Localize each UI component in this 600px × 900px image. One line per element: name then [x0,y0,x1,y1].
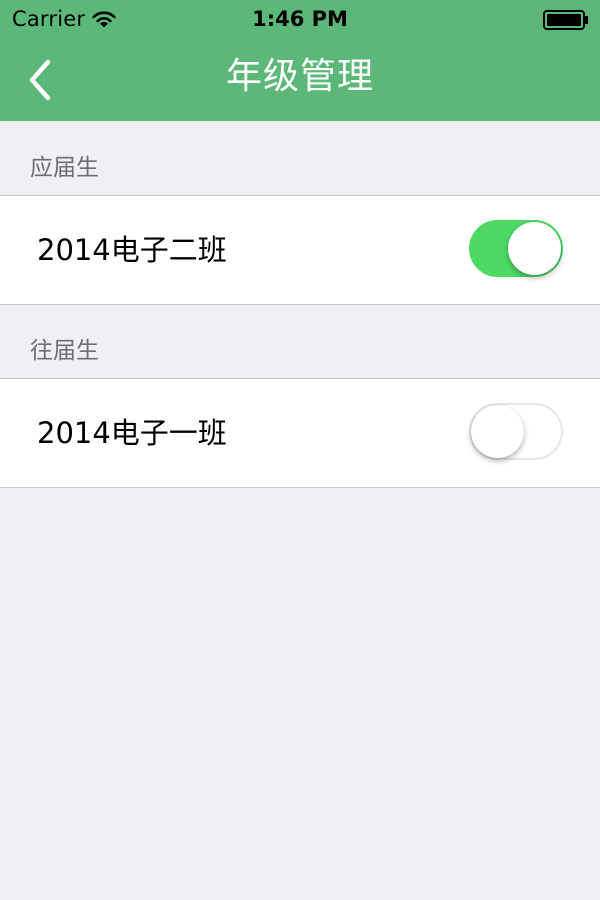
status-time: 1:46 PM [252,7,348,31]
page-title: 年级管理 [225,56,374,97]
status-bar: Carrier 1:46 PM [0,0,600,40]
section-header-previous: 往届生 [30,338,99,364]
class-toggle-switch[interactable] [469,220,563,277]
header: Carrier 1:46 PM 年级管理 [0,0,600,121]
class-row: 2014电子二班 [0,195,600,305]
battery-icon [543,10,588,30]
nav-bar: 年级管理 [0,40,600,121]
screen: Carrier 1:46 PM 年级管理 应届生 2014电子二班 往届生 20… [0,0,600,900]
class-name-label: 2014电子一班 [37,416,227,450]
switch-knob [471,405,524,458]
class-toggle-switch[interactable] [469,403,563,460]
section-header-current: 应届生 [30,155,99,181]
class-name-label: 2014电子二班 [37,233,227,267]
class-row: 2014电子一班 [0,378,600,488]
switch-knob [508,222,561,275]
